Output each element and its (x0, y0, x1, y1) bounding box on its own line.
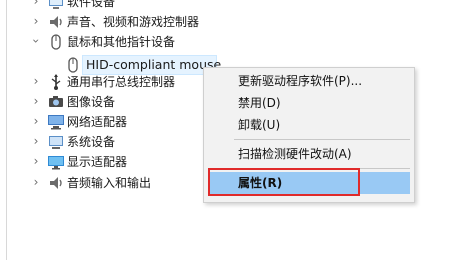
tree-node-label: HID-compliant mouse (86, 57, 222, 72)
chevron-right-icon[interactable]: › (30, 154, 42, 168)
menu-item-properties[interactable]: 属性(R) (208, 172, 410, 194)
chevron-right-icon[interactable]: › (30, 175, 42, 189)
mouse-icon (51, 34, 61, 50)
menu-item-label: 禁用(D) (238, 96, 281, 110)
chevron-right-icon[interactable]: › (30, 74, 42, 88)
usb-icon (51, 74, 61, 90)
chevron-right-icon[interactable]: › (30, 0, 42, 8)
system-device-icon (49, 136, 63, 149)
menu-separator (234, 139, 410, 140)
menu-separator (234, 168, 410, 169)
menu-item-disable[interactable]: 禁用(D) (204, 92, 414, 114)
display-adapter-icon (48, 156, 64, 170)
network-adapter-icon (48, 115, 64, 130)
tree-node-label: 通用串行总线控制器 (67, 75, 176, 89)
menu-item-uninstall[interactable]: 卸载(U) (204, 114, 414, 136)
menu-item-update-driver[interactable]: 更新驱动程序软件(P)... (204, 70, 414, 92)
menu-item-label: 扫描检测硬件改动(A) (238, 147, 352, 161)
tree-node-mice-pointing[interactable]: › 鼠标和其他指针设备 (0, 32, 474, 52)
tree-node-label: 显示适配器 (67, 155, 128, 169)
speaker-icon (50, 177, 62, 189)
menu-item-label: 更新驱动程序软件(P)... (238, 74, 363, 88)
tree-node-software-devices[interactable]: › 软件设备 (0, 0, 474, 12)
chevron-right-icon[interactable]: › (30, 114, 42, 128)
menu-item-scan-hardware[interactable]: 扫描检测硬件改动(A) (204, 143, 414, 165)
software-device-icon (49, 0, 63, 9)
tree-node-label: 软件设备 (67, 0, 116, 9)
menu-item-label: 属性(R) (238, 176, 283, 190)
menu-item-label: 卸载(U) (238, 118, 281, 132)
chevron-right-icon[interactable]: › (30, 134, 42, 148)
speaker-icon (50, 16, 62, 28)
tree-node-label: 鼠标和其他指针设备 (67, 35, 176, 49)
tree-node-label: 网络适配器 (67, 115, 128, 129)
tree-node-label: 图像设备 (67, 95, 116, 109)
camera-icon (49, 96, 63, 107)
chevron-right-icon[interactable]: › (30, 14, 42, 28)
tree-node-sound-video-game[interactable]: › 声音、视频和游戏控制器 (0, 12, 474, 32)
context-menu: 更新驱动程序软件(P)... 禁用(D) 卸载(U) 扫描检测硬件改动(A) 属… (203, 67, 415, 203)
tree-node-label: 音频输入和输出 (67, 176, 152, 190)
tree-node-label: 系统设备 (67, 135, 116, 149)
chevron-right-icon[interactable]: › (30, 94, 42, 108)
tree-node-label: 声音、视频和游戏控制器 (67, 15, 200, 29)
chevron-down-icon[interactable]: › (29, 35, 43, 47)
